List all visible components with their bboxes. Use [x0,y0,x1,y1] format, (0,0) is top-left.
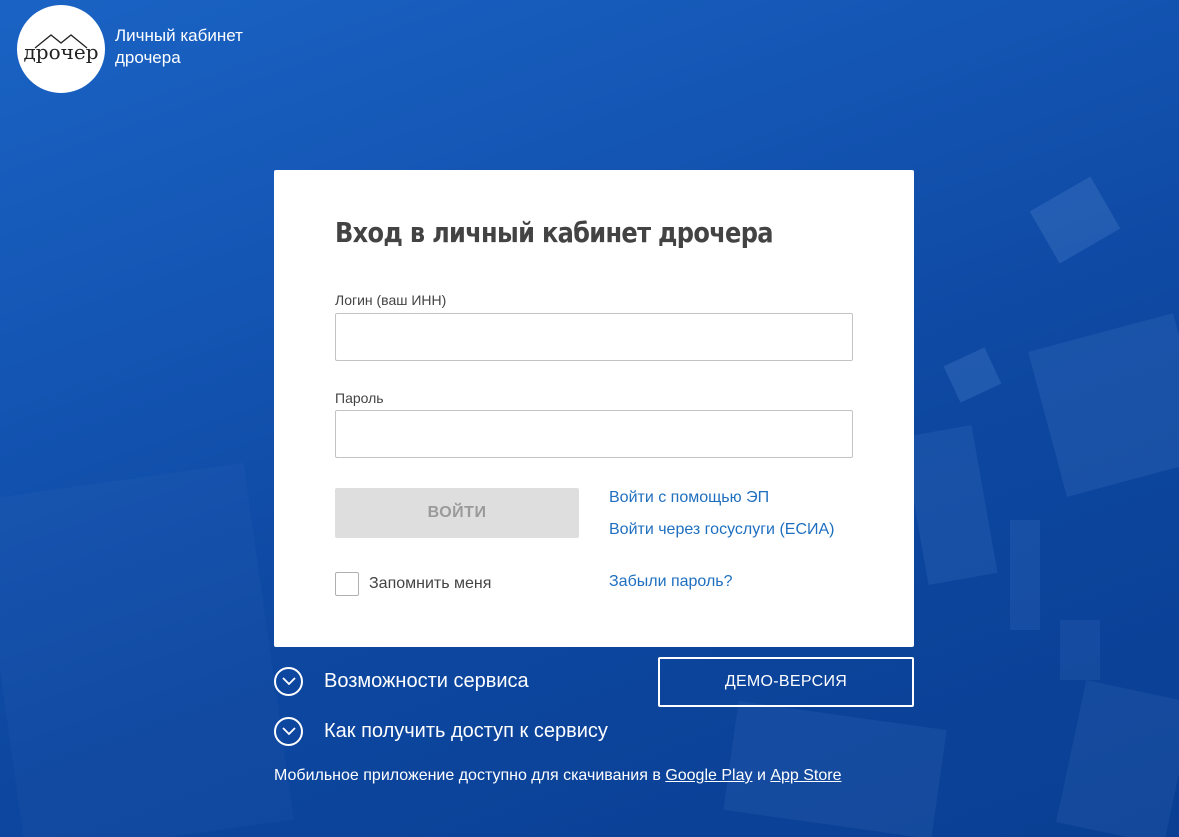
app-store-link[interactable]: App Store [770,767,841,784]
forgot-password-link[interactable]: Забыли пароль? [609,573,733,591]
brand: дрочер Личный кабинет дрочера [17,5,243,93]
remember-checkbox[interactable] [335,572,359,596]
brand-title: Личный кабинет дрочера [115,25,243,69]
mobile-text: Мобильное приложение доступно для скачив… [274,767,661,784]
remember-me[interactable]: Запомнить меня [335,572,491,596]
login-button[interactable]: ВОЙТИ [335,488,579,538]
demo-button[interactable]: ДЕМО-ВЕРСИЯ [658,657,914,707]
logo[interactable]: дрочер [17,5,105,93]
login-esia-link[interactable]: Войти через госуслуги (ЕСИА) [609,521,835,539]
password-input[interactable] [335,410,853,458]
page-title: Вход в личный кабинет дрочера [335,216,773,249]
access-expander[interactable]: Как получить доступ к сервису [274,717,608,746]
features-label[interactable]: Возможности сервиса [324,670,529,693]
brand-title-line1: Личный кабинет [115,26,243,45]
brand-title-line2: дрочера [115,48,181,67]
login-card: Вход в личный кабинет дрочера Логин (ваш… [274,170,914,647]
features-expander[interactable]: Возможности сервиса [274,667,529,696]
mobile-and: и [756,767,766,784]
chevron-down-icon[interactable] [274,717,303,746]
remember-label[interactable]: Запомнить меня [369,575,491,593]
google-play-link[interactable]: Google Play [665,767,752,784]
login-ep-link[interactable]: Войти с помощью ЭП [609,489,769,507]
access-label[interactable]: Как получить доступ к сервису [324,720,608,743]
login-input[interactable] [335,313,853,361]
chevron-down-icon[interactable] [274,667,303,696]
logo-text: дрочер [23,40,99,64]
password-label: Пароль [335,390,384,406]
login-label: Логин (ваш ИНН) [335,292,447,308]
mobile-app-note: Мобильное приложение доступно для скачив… [274,767,841,785]
